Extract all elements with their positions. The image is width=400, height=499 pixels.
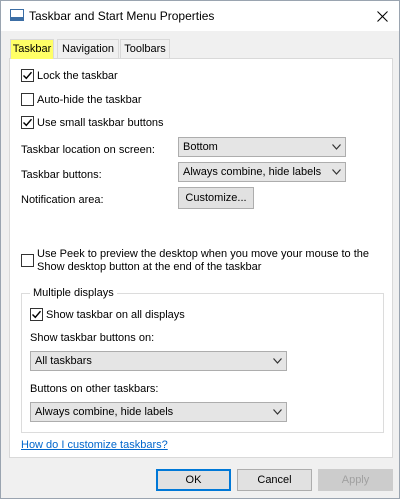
lock-taskbar-label: Lock the taskbar bbox=[37, 69, 118, 82]
multiple-displays-legend: Multiple displays bbox=[30, 287, 117, 299]
show-all-displays-option[interactable]: Show taskbar on all displays bbox=[30, 308, 185, 321]
title-bar: Taskbar and Start Menu Properties bbox=[1, 1, 399, 31]
peek-label-line2: Show desktop button at the end of the ta… bbox=[37, 261, 262, 273]
help-link[interactable]: How do I customize taskbars? bbox=[21, 439, 168, 451]
peek-option[interactable]: Use Peek to preview the desktop when you… bbox=[21, 248, 369, 274]
taskbar-app-icon bbox=[10, 9, 24, 21]
taskbar-buttons-label: Taskbar buttons: bbox=[21, 169, 102, 181]
peek-label: Use Peek to preview the desktop when you… bbox=[37, 248, 369, 274]
small-buttons-label: Use small taskbar buttons bbox=[37, 116, 164, 129]
peek-label-line1: Use Peek to preview the desktop when you… bbox=[37, 248, 370, 260]
apply-button[interactable]: Apply bbox=[318, 469, 393, 491]
checkmark-icon bbox=[23, 71, 32, 80]
close-icon bbox=[376, 10, 388, 22]
autohide-taskbar-option[interactable]: Auto-hide the taskbar bbox=[21, 93, 142, 106]
peek-checkbox[interactable] bbox=[21, 254, 34, 267]
show-buttons-on-dropdown[interactable]: All taskbars bbox=[30, 351, 287, 371]
notification-area-label: Notification area: bbox=[21, 194, 104, 206]
taskbar-location-label: Taskbar location on screen: bbox=[21, 144, 155, 156]
multiple-displays-group: Multiple displays Show taskbar on all di… bbox=[21, 287, 384, 433]
ok-button[interactable]: OK bbox=[156, 469, 231, 491]
small-buttons-checkbox[interactable] bbox=[21, 116, 34, 129]
chevron-down-icon bbox=[327, 138, 345, 156]
lock-taskbar-option[interactable]: Lock the taskbar bbox=[21, 69, 118, 82]
autohide-taskbar-checkbox[interactable] bbox=[21, 93, 34, 106]
tab-navigation[interactable]: Navigation bbox=[57, 39, 119, 59]
properties-dialog: Taskbar and Start Menu Properties Taskba… bbox=[0, 0, 400, 499]
lock-taskbar-checkbox[interactable] bbox=[21, 69, 34, 82]
small-buttons-option[interactable]: Use small taskbar buttons bbox=[21, 116, 164, 129]
taskbar-location-value: Bottom bbox=[183, 141, 218, 153]
close-button[interactable] bbox=[367, 5, 397, 27]
taskbar-buttons-value: Always combine, hide labels bbox=[183, 166, 322, 178]
tab-toolbars[interactable]: Toolbars bbox=[120, 39, 170, 59]
other-taskbars-label: Buttons on other taskbars: bbox=[30, 383, 159, 395]
chevron-down-icon bbox=[327, 163, 345, 181]
taskbar-buttons-dropdown[interactable]: Always combine, hide labels bbox=[178, 162, 346, 182]
show-all-displays-label: Show taskbar on all displays bbox=[46, 308, 185, 321]
chevron-down-icon bbox=[268, 403, 286, 421]
customize-button[interactable]: Customize... bbox=[178, 187, 254, 209]
chevron-down-icon bbox=[268, 352, 286, 370]
tab-strip: Taskbar Navigation Toolbars bbox=[9, 39, 393, 59]
cancel-button[interactable]: Cancel bbox=[237, 469, 312, 491]
taskbar-tab-panel: Lock the taskbar Auto-hide the taskbar U… bbox=[9, 58, 393, 458]
tab-taskbar[interactable]: Taskbar bbox=[10, 39, 54, 59]
checkmark-icon bbox=[32, 310, 41, 319]
show-buttons-on-label: Show taskbar buttons on: bbox=[30, 332, 155, 344]
checkmark-icon bbox=[23, 118, 32, 127]
other-taskbars-value: Always combine, hide labels bbox=[35, 406, 174, 418]
window-title: Taskbar and Start Menu Properties bbox=[29, 9, 215, 23]
other-taskbars-dropdown[interactable]: Always combine, hide labels bbox=[30, 402, 287, 422]
show-all-displays-checkbox[interactable] bbox=[30, 308, 43, 321]
show-buttons-on-value: All taskbars bbox=[35, 355, 92, 367]
autohide-taskbar-label: Auto-hide the taskbar bbox=[37, 93, 142, 106]
taskbar-location-dropdown[interactable]: Bottom bbox=[178, 137, 346, 157]
